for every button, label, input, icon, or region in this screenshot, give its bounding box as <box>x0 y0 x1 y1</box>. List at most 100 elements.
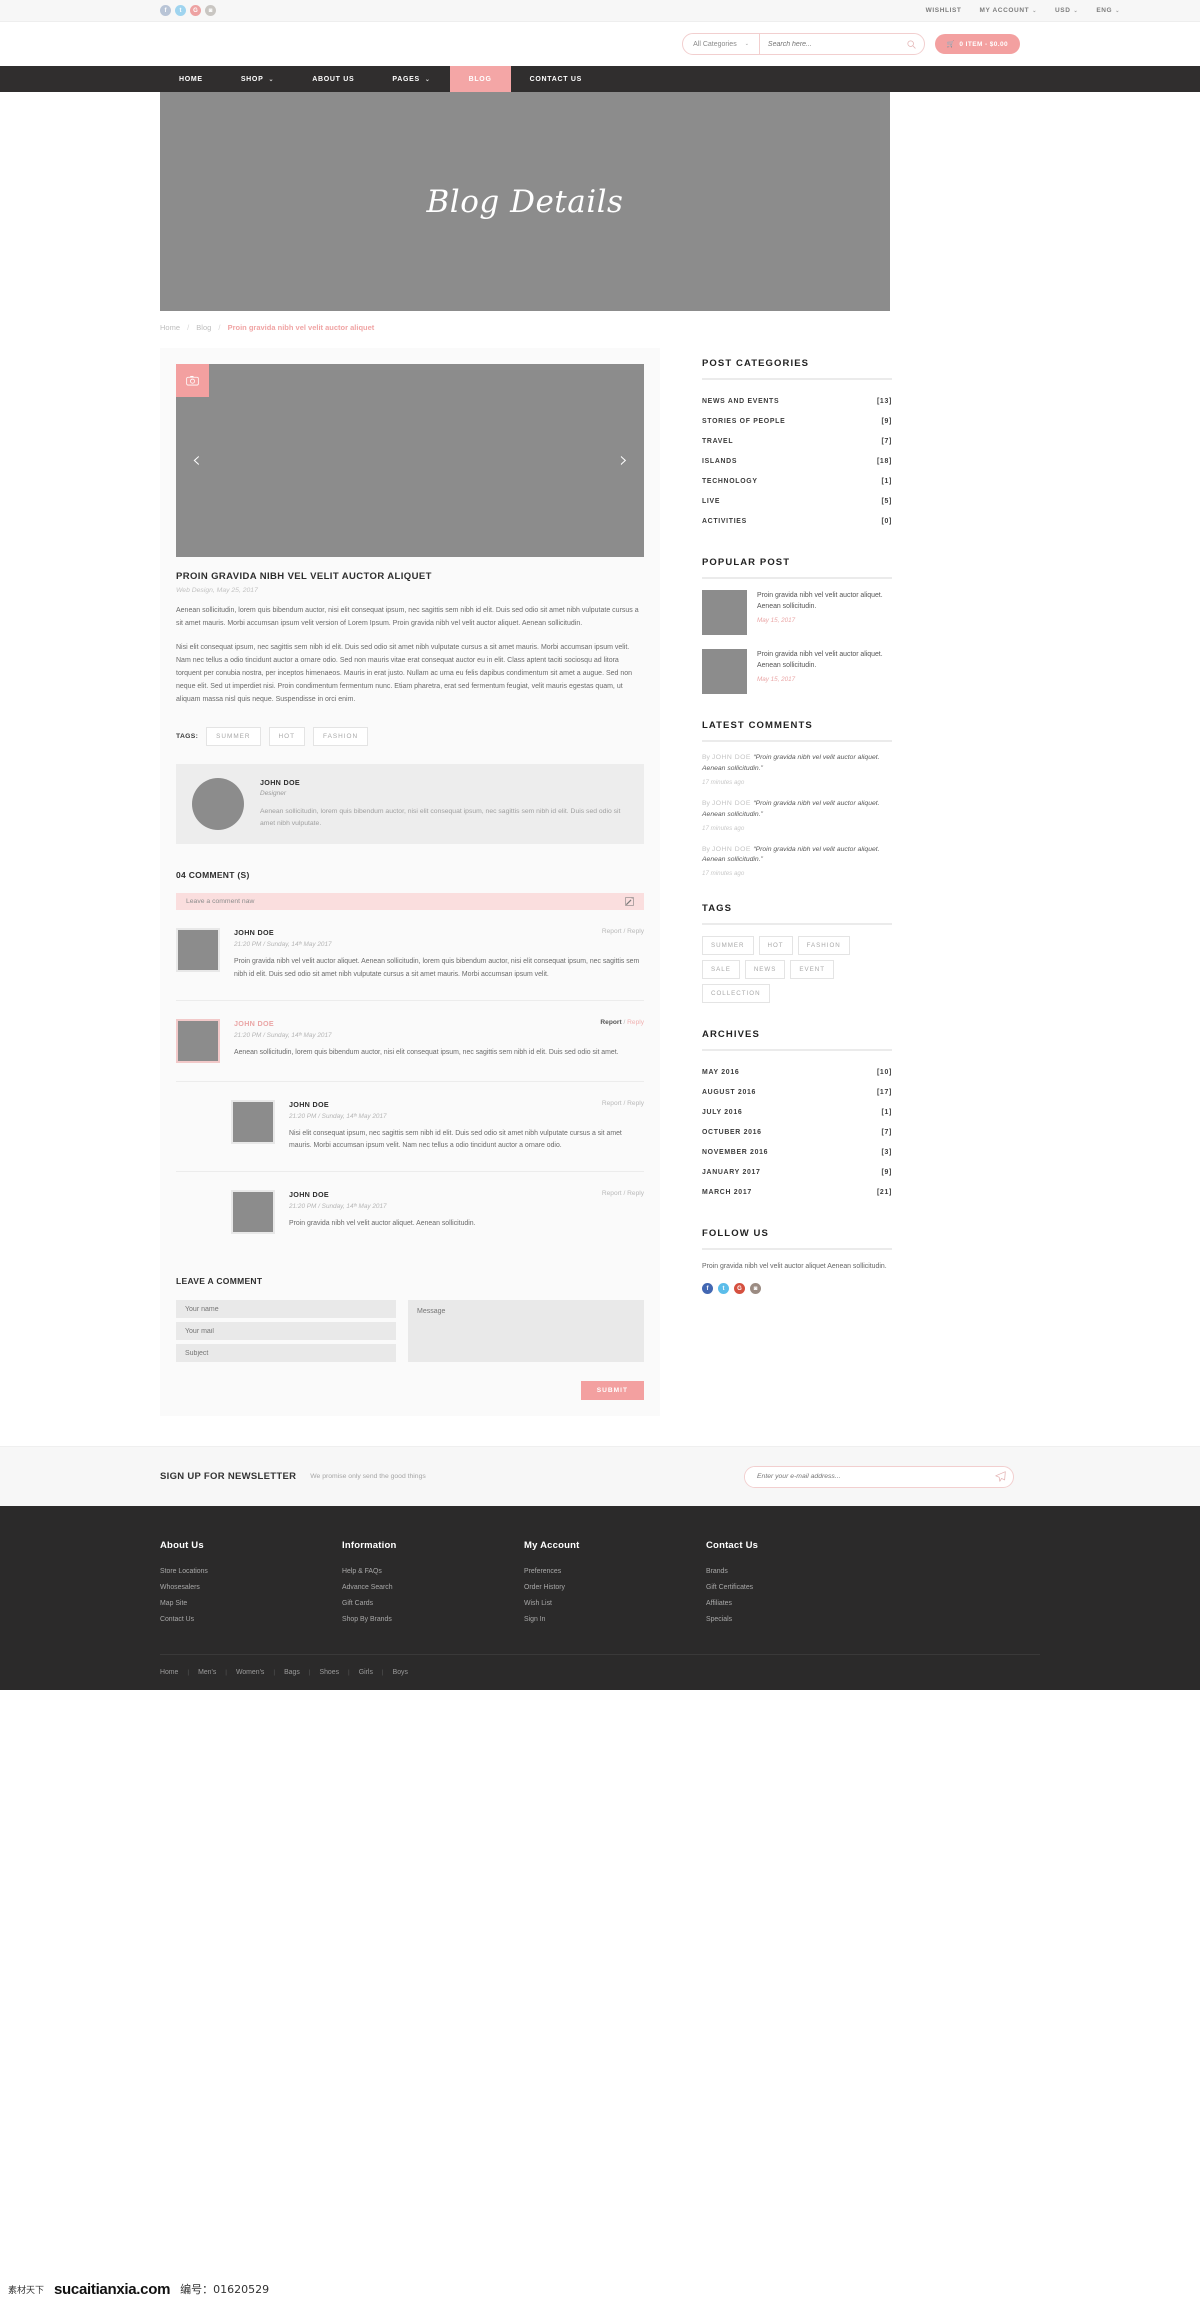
footer-bottom-separator: | <box>225 1669 227 1677</box>
nav-item-blog[interactable]: BLOG <box>449 66 511 92</box>
post-tag-chip[interactable]: SUMMER <box>206 726 261 746</box>
post-tag-chip[interactable]: HOT <box>268 726 306 746</box>
archive-row[interactable]: JULY 2016 [1] <box>702 1102 892 1122</box>
post-image-slider[interactable]: ‹ › <box>176 364 644 557</box>
popular-post-item[interactable]: Proin gravida nibh vel velit auctor aliq… <box>702 649 892 694</box>
category-row[interactable]: TECHNOLOGY [1] <box>702 471 892 491</box>
googleplus-icon[interactable]: G <box>190 5 201 16</box>
slider-next-arrow[interactable]: › <box>619 449 628 472</box>
sidebar-tag-chip[interactable]: HOT <box>758 936 793 956</box>
latest-comment-item[interactable]: By JOHN DOE “Proin gravida nibh vel veli… <box>702 753 892 786</box>
sidebar-tag-chip[interactable]: EVENT <box>790 960 835 980</box>
footer-link[interactable]: Specials <box>706 1616 888 1623</box>
facebook-icon[interactable]: f <box>702 1283 713 1295</box>
reply-link[interactable]: Reply <box>627 1100 644 1107</box>
footer-link[interactable]: Map Site <box>160 1600 342 1607</box>
report-link[interactable]: Report <box>600 1019 621 1026</box>
comment-header: JOHN DOE 21:20 PM / Sunday, 14ᵗʰ May 2017… <box>234 1019 644 1039</box>
category-row[interactable]: STORIES OF PEOPLE [9] <box>702 411 892 431</box>
category-select[interactable]: All Categories ⌄ <box>683 34 760 54</box>
twitter-icon[interactable]: t <box>175 5 186 16</box>
latest-comment-item[interactable]: By JOHN DOE “Proin gravida nibh vel veli… <box>702 845 892 878</box>
footer-link[interactable]: Wish List <box>524 1600 706 1607</box>
footer-link[interactable]: Help & FAQs <box>342 1568 524 1575</box>
footer-bottom-link[interactable]: Shoes <box>319 1669 339 1676</box>
category-row[interactable]: TRAVEL [7] <box>702 431 892 451</box>
slider-prev-arrow[interactable]: ‹ <box>192 449 201 472</box>
instagram-icon[interactable]: ◙ <box>205 5 216 16</box>
nav-item-pages[interactable]: PAGES ⌄ <box>373 66 449 92</box>
facebook-icon[interactable]: f <box>160 5 171 16</box>
footer-bottom-link[interactable]: Bags <box>284 1669 300 1676</box>
footer-link[interactable]: Sign In <box>524 1616 706 1623</box>
footer-link[interactable]: Whosesalers <box>160 1584 342 1591</box>
footer-link[interactable]: Store Locations <box>160 1568 342 1575</box>
reply-link[interactable]: Reply <box>627 1190 644 1197</box>
footer-column-title: Contact Us <box>706 1540 759 1552</box>
sidebar-tag-chip[interactable]: SUMMER <box>702 936 754 956</box>
instagram-icon[interactable]: ◙ <box>750 1283 761 1295</box>
category-row[interactable]: ISLANDS [18] <box>702 451 892 471</box>
sidebar-tag-chip[interactable]: NEWS <box>744 960 786 980</box>
footer-bottom-link[interactable]: Girls <box>359 1669 373 1676</box>
footer-link[interactable]: Brands <box>706 1568 888 1575</box>
breadcrumb-blog[interactable]: Blog <box>196 323 211 332</box>
submit-button[interactable]: SUBMIT <box>580 1381 644 1401</box>
report-link[interactable]: Report <box>602 928 622 935</box>
topbar-link-my-account[interactable]: MY ACCOUNT ⌄ <box>979 7 1037 14</box>
footer-link[interactable]: Affiliates <box>706 1600 888 1607</box>
nav-item-home[interactable]: HOME <box>160 66 222 92</box>
nav-item-contact-us[interactable]: CONTACT US <box>511 66 601 92</box>
newsletter-submit-button[interactable] <box>987 1467 1013 1487</box>
cart-button[interactable]: 🛒 0 ITEM - $0.00 <box>934 34 1020 54</box>
nav-item-about-us[interactable]: ABOUT US <box>293 66 373 92</box>
comment-name-input[interactable] <box>176 1300 396 1319</box>
category-row[interactable]: ACTIVITIES [0] <box>702 511 892 531</box>
comment-mail-input[interactable] <box>176 1322 396 1341</box>
newsletter-email-input[interactable] <box>745 1466 987 1487</box>
footer-bottom-link[interactable]: Boys <box>393 1669 408 1676</box>
reply-link[interactable]: Reply <box>627 928 644 935</box>
breadcrumb-home[interactable]: Home <box>160 323 180 332</box>
archive-row[interactable]: NOVEMBER 2016 [3] <box>702 1142 892 1162</box>
search-button[interactable] <box>900 34 924 54</box>
leave-comment-bar[interactable]: Leave a comment naw <box>176 893 644 911</box>
footer-link[interactable]: Gift Certificates <box>706 1584 888 1591</box>
search-input[interactable] <box>759 34 900 54</box>
category-row[interactable]: LIVE [5] <box>702 491 892 511</box>
report-link[interactable]: Report <box>602 1190 622 1197</box>
report-link[interactable]: Report <box>602 1100 622 1107</box>
footer-bottom-link[interactable]: Men's <box>198 1669 216 1676</box>
topbar-link-usd[interactable]: USD ⌄ <box>1055 7 1078 14</box>
footer-link[interactable]: Preferences <box>524 1568 706 1575</box>
archive-row-label: OCTUBER 2016 <box>702 1128 762 1136</box>
twitter-icon[interactable]: t <box>718 1283 729 1295</box>
footer-link[interactable]: Shop By Brands <box>342 1616 524 1623</box>
archive-row[interactable]: AUGUST 2016 [17] <box>702 1082 892 1102</box>
popular-post-item[interactable]: Proin gravida nibh vel velit auctor aliq… <box>702 590 892 635</box>
footer-link[interactable]: Contact Us <box>160 1616 342 1623</box>
archive-row[interactable]: OCTUBER 2016 [7] <box>702 1122 892 1142</box>
comment-message-textarea[interactable] <box>408 1300 644 1363</box>
category-row[interactable]: NEWS AND EVENTS [13] <box>702 391 892 411</box>
archive-row[interactable]: MAY 2016 [10] <box>702 1062 892 1082</box>
nav-item-shop[interactable]: SHOP ⌄ <box>222 66 293 92</box>
footer-link[interactable]: Order History <box>524 1584 706 1591</box>
sidebar-tag-chip[interactable]: COLLECTION <box>702 984 770 1004</box>
sidebar-tag-chip[interactable]: SALE <box>702 960 740 980</box>
post-tag-chip[interactable]: FASHION <box>313 726 369 746</box>
footer-link[interactable]: Gift Cards <box>342 1600 524 1607</box>
topbar-link-eng[interactable]: ENG ⌄ <box>1096 7 1120 14</box>
archive-row[interactable]: JANUARY 2017 [9] <box>702 1162 892 1182</box>
latest-comment-item[interactable]: By JOHN DOE “Proin gravida nibh vel veli… <box>702 799 892 832</box>
footer-bottom-link[interactable]: Women's <box>236 1669 264 1676</box>
sidebar-tag-chip[interactable]: FASHION <box>797 936 850 956</box>
archive-row[interactable]: MARCH 2017 [21] <box>702 1182 892 1202</box>
commenter-name: JOHN DOE <box>289 1190 329 1200</box>
googleplus-icon[interactable]: G <box>734 1283 745 1295</box>
footer-bottom-link[interactable]: Home <box>160 1669 178 1676</box>
reply-link[interactable]: Reply <box>627 1019 644 1026</box>
footer-link[interactable]: Advance Search <box>342 1584 524 1591</box>
topbar-link-wishlist[interactable]: WISHLIST <box>926 7 962 14</box>
comment-subject-input[interactable] <box>176 1344 396 1363</box>
